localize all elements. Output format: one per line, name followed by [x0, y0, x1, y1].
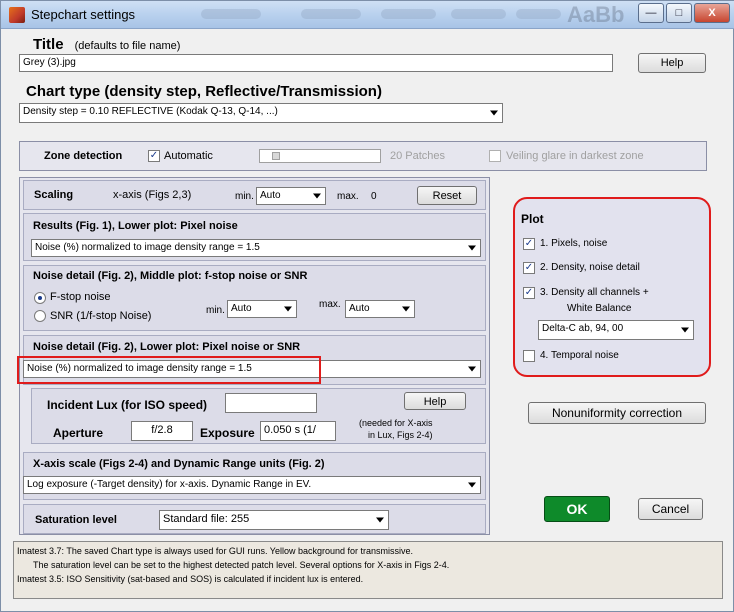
noise-lower-heading: Noise detail (Fig. 2), Lower plot: Pixel… [33, 341, 301, 353]
incident-lux-label: Incident Lux (for ISO speed) [47, 398, 208, 412]
reset-button[interactable]: Reset [417, 186, 477, 205]
plot-density-channels-label: 3. Density all channels + [540, 287, 649, 298]
snr-radio[interactable] [34, 310, 46, 322]
chevron-down-icon [468, 482, 476, 488]
window-title: Stepchart settings [31, 7, 136, 22]
plot-density-channels-checkbox[interactable]: ✓ [523, 287, 535, 299]
saturation-select[interactable]: Standard file: 255 [159, 510, 389, 530]
title-heading: Title (defaults to file name) [33, 36, 181, 53]
patches-label: 20 Patches [390, 150, 446, 162]
noise-min-label: min. [206, 305, 225, 316]
veiling-glare-checkbox[interactable] [489, 150, 501, 162]
chevron-down-icon [284, 306, 292, 312]
maximize-button[interactable]: □ [666, 3, 692, 23]
fstop-noise-label: F-stop noise [50, 291, 111, 303]
patches-slider[interactable] [259, 149, 381, 163]
noise-min-select[interactable]: Auto [227, 300, 297, 318]
scaling-label: Scaling [34, 189, 74, 201]
title-help-button[interactable]: Help [638, 53, 706, 73]
background-ghost [381, 9, 436, 19]
plot-density-noise-label: 2. Density, noise detail [540, 262, 640, 273]
automatic-checkbox[interactable]: ✓ [148, 150, 160, 162]
white-balance-select[interactable]: Delta-C ab, 94, 00 [538, 320, 694, 340]
zone-detection-label: Zone detection [44, 150, 123, 162]
chevron-down-icon [490, 110, 498, 116]
note-line-3: Imatest 3.5: ISO Sensitivity (sat-based … [17, 574, 364, 584]
saturation-label: Saturation level [35, 514, 117, 526]
chevron-down-icon [468, 366, 476, 372]
background-ghost-text: AaBb [567, 2, 625, 27]
plot-temporal-noise-checkbox[interactable] [523, 350, 535, 362]
scaling-max-value: 0 [371, 191, 377, 202]
close-button[interactable]: X [694, 3, 730, 23]
scaling-min-select[interactable]: Auto [256, 187, 326, 205]
snr-label: SNR (1/f-stop Noise) [50, 310, 152, 322]
title-input[interactable]: Grey (3).jpg [19, 54, 613, 72]
lux-help-button[interactable]: Help [404, 392, 466, 410]
xaxis-scale-select[interactable]: Log exposure (-Target density) for x-axi… [23, 476, 481, 494]
highlight-box [17, 356, 321, 384]
plot-white-balance-label: White Balance [567, 303, 632, 314]
chevron-down-icon [402, 306, 410, 312]
noise-max-select[interactable]: Auto [345, 300, 415, 318]
background-ghost [201, 9, 261, 19]
xaxis-scale-heading: X-axis scale (Figs 2-4) and Dynamic Rang… [33, 458, 325, 470]
results-select[interactable]: Noise (%) normalized to image density ra… [31, 239, 481, 257]
chart-type-heading: Chart type (density step, Reflective/Tra… [26, 83, 382, 100]
aperture-input[interactable]: f/2.8 [131, 421, 193, 441]
title-bar[interactable]: Stepchart settings AaBb — □ X [1, 1, 734, 29]
chevron-down-icon [468, 245, 476, 251]
lux-note-1: (needed for X-axis [359, 418, 433, 428]
chevron-down-icon [376, 517, 384, 523]
note-line-1: Imatest 3.7: The saved Chart type is alw… [17, 546, 414, 556]
cancel-button[interactable]: Cancel [638, 498, 703, 520]
note-line-2: The saturation level can be set to the h… [33, 560, 450, 570]
nonuniformity-correction-button[interactable]: Nonuniformity correction [528, 402, 706, 424]
veiling-glare-label: Veiling glare in darkest zone [506, 150, 644, 162]
ok-button[interactable]: OK [544, 496, 610, 522]
automatic-label: Automatic [164, 150, 213, 162]
chevron-down-icon [313, 193, 321, 199]
plot-heading: Plot [521, 212, 544, 226]
matlab-app-icon [9, 7, 25, 23]
background-ghost [301, 9, 361, 19]
results-heading: Results (Fig. 1), Lower plot: Pixel nois… [33, 220, 238, 232]
slider-thumb[interactable] [272, 152, 280, 160]
noise-max-label: max. [319, 299, 341, 310]
incident-lux-input[interactable] [225, 393, 317, 413]
exposure-label: Exposure [200, 426, 255, 440]
plot-density-noise-checkbox[interactable]: ✓ [523, 262, 535, 274]
settings-window: Stepchart settings AaBb — □ X Title (def… [0, 0, 734, 612]
plot-temporal-noise-label: 4. Temporal noise [540, 350, 619, 361]
chevron-down-icon [681, 327, 689, 333]
chart-type-select[interactable]: Density step = 0.10 REFLECTIVE (Kodak Q-… [19, 103, 503, 123]
exposure-input[interactable]: 0.050 s (1/ [260, 421, 336, 441]
scaling-min-label: min. [235, 191, 254, 202]
lux-note-2: in Lux, Figs 2-4) [368, 430, 433, 440]
minimize-button[interactable]: — [638, 3, 664, 23]
noise-middle-heading: Noise detail (Fig. 2), Middle plot: f-st… [33, 270, 308, 282]
fstop-noise-radio[interactable] [34, 292, 46, 304]
plot-pixels-noise-checkbox[interactable]: ✓ [523, 238, 535, 250]
aperture-label: Aperture [53, 426, 104, 440]
background-ghost [516, 9, 561, 19]
scaling-axis-label: x-axis (Figs 2,3) [113, 189, 192, 201]
scaling-max-label: max. [337, 191, 359, 202]
background-ghost [451, 9, 506, 19]
plot-pixels-noise-label: 1. Pixels, noise [540, 238, 608, 249]
